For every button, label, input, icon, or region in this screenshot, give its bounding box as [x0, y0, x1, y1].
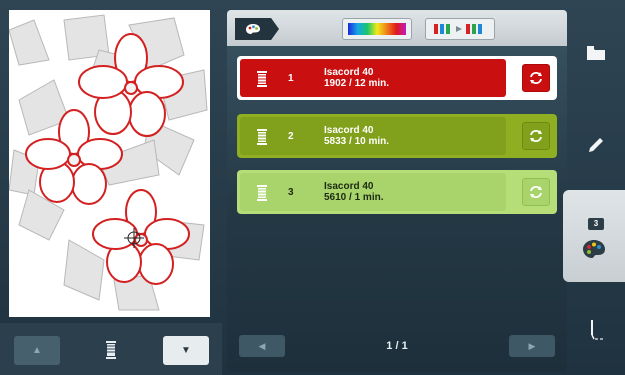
color-sort-icon [434, 24, 482, 34]
preview-toolbar: ▲ ▼ [0, 323, 222, 375]
color-spectrum-button[interactable] [342, 18, 412, 40]
thread-color-swatch[interactable]: 3 Isacord 40 5610 / 1 min. [240, 173, 506, 211]
sidebar-item-colors[interactable]: 3 [563, 190, 625, 282]
thread-details: 5833 / 10 min. [324, 136, 390, 147]
swap-icon [530, 130, 542, 142]
thread-row[interactable]: 2 Isacord 40 5833 / 10 min. [237, 114, 557, 158]
arrow-down-icon: ▼ [181, 345, 191, 356]
color-sort-button[interactable] [425, 18, 495, 40]
change-color-button[interactable] [522, 64, 550, 92]
palette-icon [246, 24, 260, 34]
thread-spool-icon [257, 129, 267, 145]
thread-spool-icon [257, 185, 267, 201]
sidebar-item-files[interactable] [567, 28, 625, 78]
scroll-down-button[interactable]: ▼ [163, 336, 209, 365]
folder-icon [587, 46, 605, 60]
thread-index: 3 [288, 187, 294, 198]
scroll-up-button[interactable]: ▲ [14, 336, 60, 365]
thread-color-swatch[interactable]: 1 Isacord 40 1902 / 12 min. [240, 59, 506, 97]
sidebar-item-stitch[interactable] [567, 305, 625, 355]
swap-icon [530, 72, 542, 84]
thread-spool-icon [106, 341, 116, 359]
thread-details: 5610 / 1 min. [324, 192, 384, 203]
arrow-up-icon: ▲ [32, 345, 42, 356]
change-color-button[interactable] [522, 178, 550, 206]
thread-name: Isacord 40 [324, 67, 374, 78]
palette-tab[interactable] [235, 18, 279, 40]
thread-row[interactable]: 3 Isacord 40 5610 / 1 min. [237, 170, 557, 214]
palette-icon [583, 240, 605, 258]
design-preview[interactable] [9, 10, 210, 317]
change-color-button[interactable] [522, 122, 550, 150]
color-count-badge: 3 [588, 218, 604, 230]
thread-index: 1 [288, 73, 294, 84]
needle-icon [591, 320, 603, 340]
thread-name: Isacord 40 [324, 181, 374, 192]
thread-spool-icon [257, 71, 267, 87]
thread-color-panel: 1 Isacord 40 1902 / 12 min. 2 Isacord 40… [227, 10, 567, 372]
thread-row[interactable]: 1 Isacord 40 1902 / 12 min. [237, 56, 557, 100]
swap-icon [530, 186, 542, 198]
next-page-button[interactable]: ▶ [509, 335, 555, 357]
embroidery-design-image [9, 14, 208, 311]
pencil-icon [589, 138, 603, 152]
arrow-right-icon: ▶ [528, 340, 536, 351]
thread-index: 2 [288, 131, 294, 142]
sidebar-item-edit[interactable] [567, 120, 625, 170]
color-spectrum-icon [348, 23, 406, 35]
color-tabs-bar [227, 10, 567, 46]
thread-name: Isacord 40 [324, 125, 374, 136]
thread-details: 1902 / 12 min. [324, 78, 390, 89]
thread-color-swatch[interactable]: 2 Isacord 40 5833 / 10 min. [240, 117, 506, 155]
main-sidebar: 3 [563, 10, 625, 372]
